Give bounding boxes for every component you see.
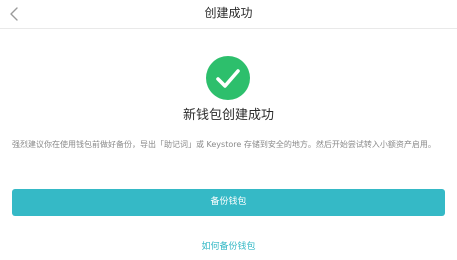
page-title: 创建成功 — [204, 6, 253, 20]
backup-wallet-button[interactable]: 备份钱包 — [12, 189, 445, 216]
back-button[interactable] — [2, 0, 28, 28]
how-to-backup-container: 如何备份钱包 — [0, 240, 457, 254]
chevron-left-icon — [10, 7, 18, 21]
checkmark-icon — [216, 69, 240, 88]
nav-bar: 创建成功 — [0, 0, 457, 29]
success-headline: 新钱包创建成功 — [182, 108, 274, 123]
backup-notice: 强烈建议你在使用钱包前做好备份，导出「助记词」或 Keystore 存储到安全的… — [12, 140, 436, 149]
how-to-backup-link[interactable]: 如何备份钱包 — [201, 242, 255, 252]
check-circle-icon — [206, 56, 250, 100]
